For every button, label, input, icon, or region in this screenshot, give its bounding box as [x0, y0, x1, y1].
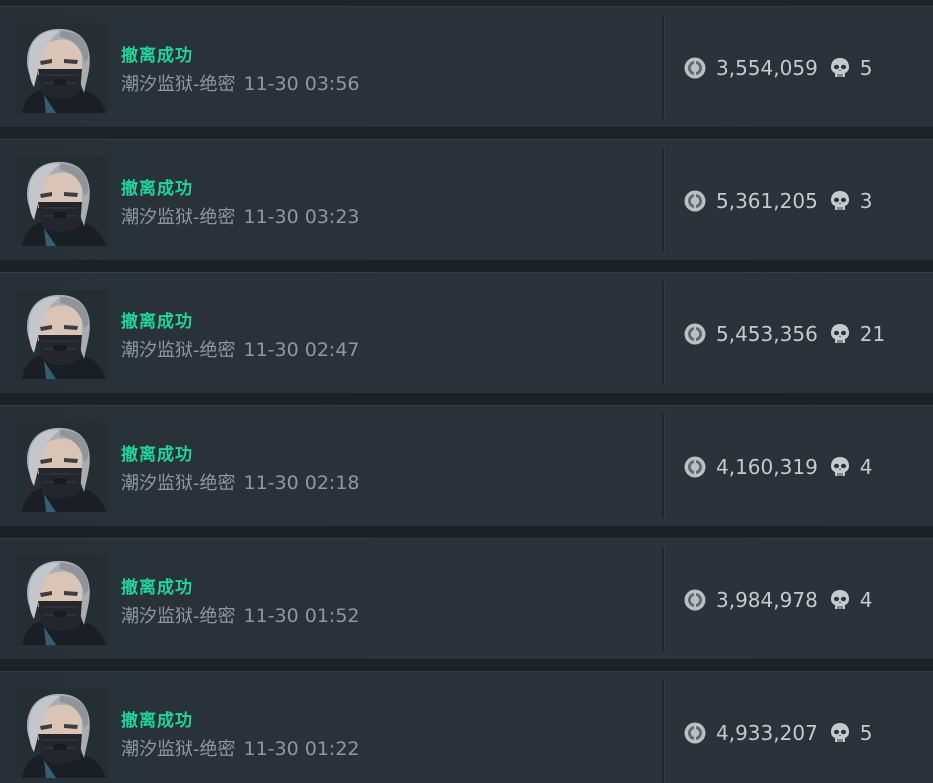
extraction-status: 撤离成功 [121, 179, 193, 199]
match-stats: 3,984,978 4 [683, 586, 873, 614]
haul-value: 3,984,978 [716, 588, 818, 612]
operator-avatar [16, 555, 108, 645]
kill-count: 5 [859, 56, 873, 80]
coin-icon [683, 455, 707, 479]
extraction-status: 撤离成功 [121, 445, 193, 465]
haul-value: 3,554,059 [716, 56, 818, 80]
skull-icon [829, 322, 851, 346]
haul-value: 4,933,207 [716, 721, 818, 745]
match-record-row[interactable]: 撤离成功 潮汐监狱-绝密 11-30 01:22 4,933,207 5 [0, 671, 933, 783]
operator-avatar [16, 23, 108, 113]
kill-count: 4 [859, 455, 873, 479]
map-name: 潮汐监狱-绝密 [121, 473, 236, 494]
match-time: 11-30 02:18 [243, 472, 360, 494]
skull-icon [829, 189, 851, 213]
operator-avatar [16, 422, 108, 512]
match-stats: 5,453,356 21 [683, 320, 885, 348]
kill-count: 5 [859, 721, 873, 745]
operator-avatar [16, 289, 108, 379]
extraction-status: 撤离成功 [121, 711, 193, 731]
match-time: 11-30 02:47 [243, 339, 360, 361]
kill-count: 3 [859, 189, 873, 213]
coin-icon [683, 322, 707, 346]
map-name: 潮汐监狱-绝密 [121, 739, 236, 760]
match-record-row[interactable]: 撤离成功 潮汐监狱-绝密 11-30 02:47 5,453,356 21 [0, 272, 933, 394]
skull-icon [829, 721, 851, 745]
skull-icon [829, 56, 851, 80]
match-record-row[interactable]: 撤离成功 潮汐监狱-绝密 11-30 03:56 3,554,059 5 [0, 6, 933, 128]
match-info: 潮汐监狱-绝密 11-30 03:56 [121, 70, 360, 96]
match-history-list: 撤离成功 潮汐监狱-绝密 11-30 03:56 3,554,059 5 撤离成功… [0, 0, 933, 783]
extraction-status: 撤离成功 [121, 312, 193, 332]
map-name: 潮汐监狱-绝密 [121, 207, 236, 228]
skull-icon [829, 588, 851, 612]
skull-icon [829, 455, 851, 479]
match-info: 潮汐监狱-绝密 11-30 01:22 [121, 735, 360, 761]
map-name: 潮汐监狱-绝密 [121, 340, 236, 361]
haul-value: 5,361,205 [716, 189, 818, 213]
match-info: 潮汐监狱-绝密 11-30 02:47 [121, 336, 360, 362]
match-stats: 4,933,207 5 [683, 719, 873, 747]
kill-count: 21 [859, 322, 886, 346]
match-time: 11-30 03:56 [243, 73, 360, 95]
coin-icon [683, 721, 707, 745]
coin-icon [683, 189, 707, 213]
extraction-status: 撤离成功 [121, 46, 193, 66]
match-record-row[interactable]: 撤离成功 潮汐监狱-绝密 11-30 01:52 3,984,978 4 [0, 538, 933, 660]
match-info: 潮汐监狱-绝密 11-30 01:52 [121, 602, 360, 628]
match-record-row[interactable]: 撤离成功 潮汐监狱-绝密 11-30 02:18 4,160,319 4 [0, 405, 933, 527]
extraction-status: 撤离成功 [121, 578, 193, 598]
operator-avatar [16, 156, 108, 246]
operator-avatar [16, 688, 108, 778]
match-time: 11-30 03:23 [243, 206, 360, 228]
match-time: 11-30 01:22 [243, 738, 360, 760]
kill-count: 4 [859, 588, 873, 612]
match-info: 潮汐监狱-绝密 11-30 02:18 [121, 469, 360, 495]
match-stats: 3,554,059 5 [683, 54, 873, 82]
coin-icon [683, 56, 707, 80]
match-info: 潮汐监狱-绝密 11-30 03:23 [121, 203, 360, 229]
map-name: 潮汐监狱-绝密 [121, 606, 236, 627]
match-time: 11-30 01:52 [243, 605, 360, 627]
match-stats: 5,361,205 3 [683, 187, 873, 215]
map-name: 潮汐监狱-绝密 [121, 74, 236, 95]
coin-icon [683, 588, 707, 612]
haul-value: 5,453,356 [716, 322, 818, 346]
haul-value: 4,160,319 [716, 455, 818, 479]
match-record-row[interactable]: 撤离成功 潮汐监狱-绝密 11-30 03:23 5,361,205 3 [0, 139, 933, 261]
match-stats: 4,160,319 4 [683, 453, 873, 481]
